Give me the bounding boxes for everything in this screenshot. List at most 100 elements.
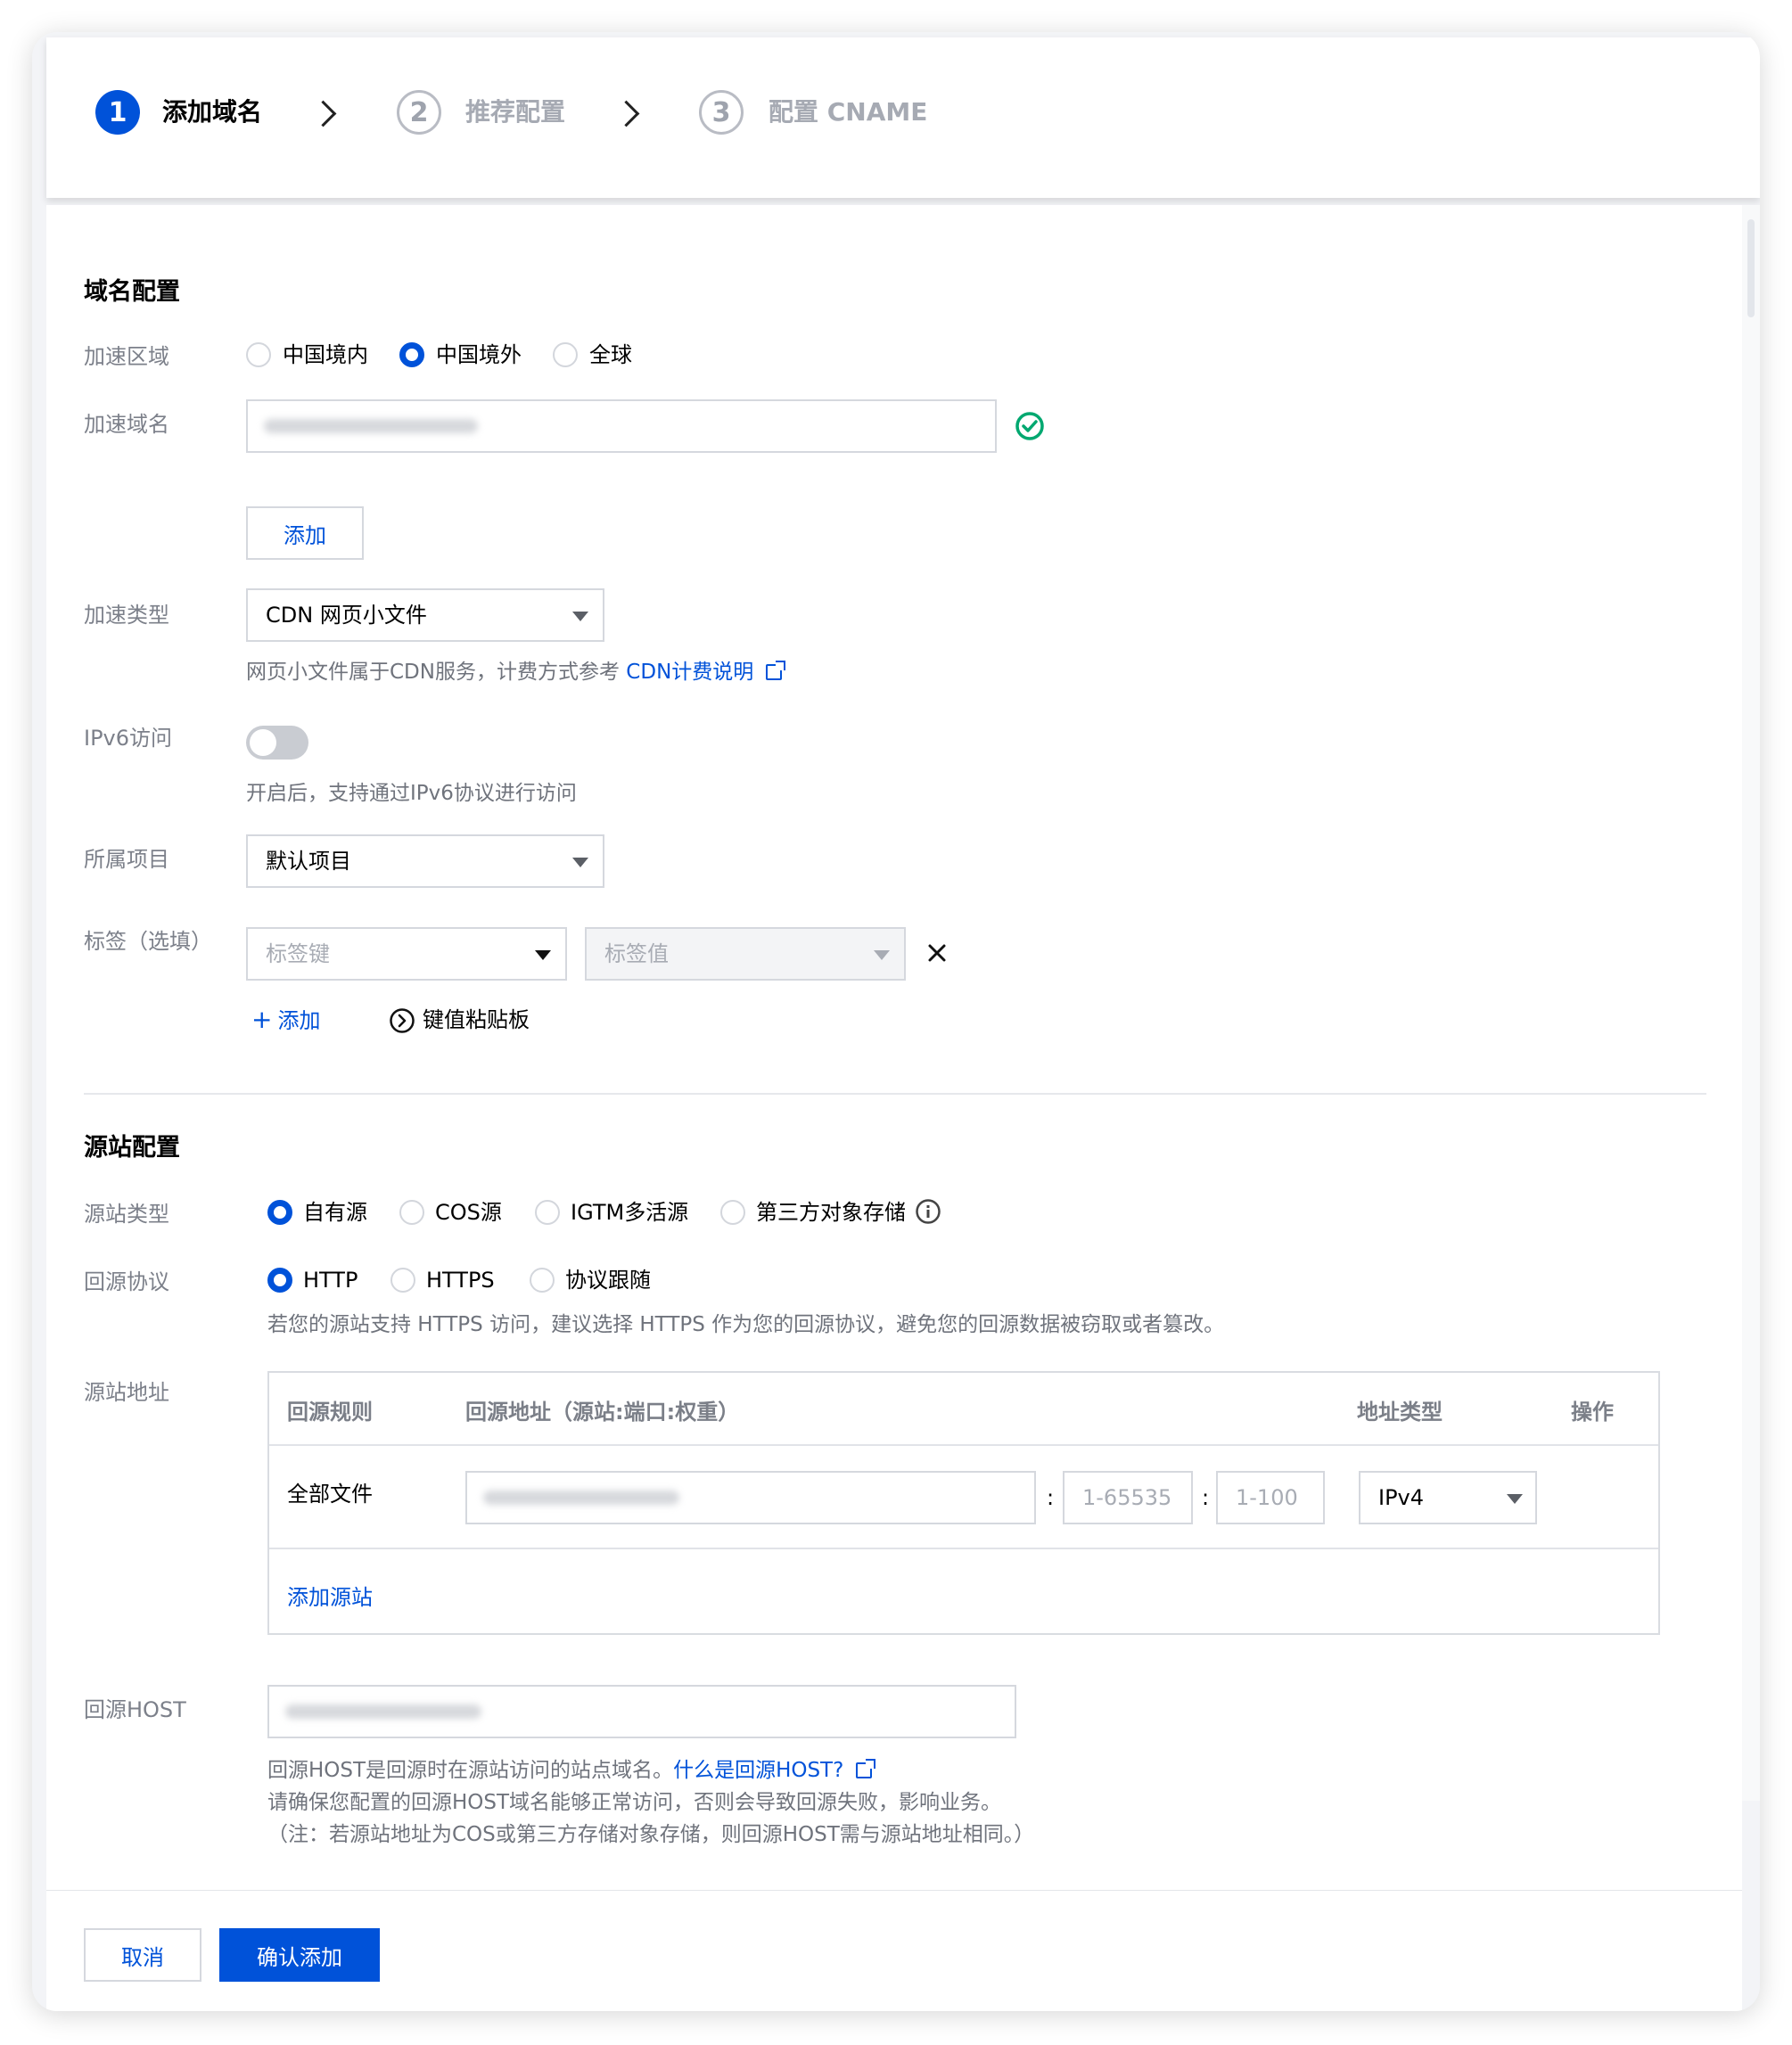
add-tag-label: 添加: [277, 1008, 321, 1033]
origin-host-label: 回源HOST: [84, 1697, 186, 1722]
chevron-down-icon: [1507, 1494, 1523, 1504]
radio-origin-self-label[interactable]: 自有源: [303, 1196, 367, 1228]
radio-region-domestic[interactable]: [246, 342, 271, 367]
port-separator: :: [1047, 1485, 1055, 1510]
origin-host-help-text: 回源HOST是回源时在源站访问的站点域名。: [267, 1759, 674, 1782]
radio-protocol-https[interactable]: [390, 1268, 415, 1293]
accel-type-label: 加速类型: [84, 603, 169, 628]
weight-placeholder: 1-100: [1236, 1485, 1298, 1510]
origin-protocol-help: 若您的源站支持 HTTPS 访问，建议选择 HTTPS 作为您的回源协议，避免您…: [267, 1313, 1225, 1336]
column-header-actions: 操作: [1571, 1400, 1614, 1425]
radio-region-domestic-label[interactable]: 中国境内: [283, 339, 368, 371]
external-link-icon[interactable]: [856, 1759, 876, 1778]
radio-origin-igtm-label[interactable]: IGTM多活源: [571, 1196, 688, 1228]
section-divider: [84, 1093, 1706, 1095]
tag-key-select[interactable]: 标签键: [246, 927, 567, 981]
accel-type-help-text: 网页小文件属于CDN服务，计费方式参考: [246, 661, 627, 684]
cancel-button[interactable]: 取消: [84, 1928, 201, 1982]
close-icon[interactable]: [927, 943, 947, 963]
plus-icon: +: [251, 1005, 273, 1034]
scrollbar-track[interactable]: [1742, 205, 1760, 1801]
chevron-circle-icon[interactable]: [389, 1007, 415, 1034]
radio-origin-igtm[interactable]: [535, 1200, 560, 1225]
chevron-down-icon: [535, 950, 551, 960]
radio-region-global-label[interactable]: 全球: [589, 339, 632, 371]
tags-label: 标签（选填）: [84, 929, 212, 954]
radio-origin-cos[interactable]: [399, 1200, 424, 1225]
ipv6-help: 开启后，支持通过IPv6协议进行访问: [246, 782, 577, 805]
steps-bar: 1 添加域名 2 推荐配置 3 配置 CNAME: [46, 37, 1760, 198]
confirm-add-button[interactable]: 确认添加: [219, 1928, 380, 1982]
form-content: 域名配置 加速区域 中国境内 中国境外 全球 加速域名 添加 加速类型 CDN …: [46, 205, 1742, 1890]
cdn-billing-link[interactable]: CDN计费说明: [626, 661, 753, 684]
radio-origin-third-party-label[interactable]: 第三方对象存储: [756, 1196, 906, 1228]
accel-region-label: 加速区域: [84, 344, 169, 369]
origin-address-table: 回源规则 回源地址（源站:端口:权重） 地址类型 操作 全部文件 : 1-655…: [267, 1371, 1660, 1635]
address-type-select[interactable]: IPv4: [1359, 1471, 1537, 1524]
add-tag-button[interactable]: + 添加: [251, 1004, 320, 1037]
radio-protocol-http-label[interactable]: HTTP: [303, 1264, 358, 1296]
add-domain-button[interactable]: 添加: [246, 506, 364, 560]
radio-region-global[interactable]: [553, 342, 578, 367]
check-circle-icon: [1015, 412, 1044, 440]
chevron-right-icon: [612, 100, 640, 127]
address-type-value: IPv4: [1378, 1485, 1425, 1510]
column-header-address: 回源地址（源站:端口:权重）: [465, 1400, 740, 1425]
radio-region-overseas-label[interactable]: 中国境外: [436, 339, 522, 371]
chevron-down-icon: [874, 950, 890, 960]
accel-domain-input[interactable]: [246, 399, 997, 453]
chevron-right-icon: [309, 100, 337, 127]
radio-protocol-https-label[interactable]: HTTPS: [426, 1264, 495, 1296]
step-1-indicator: 1: [95, 90, 140, 135]
radio-protocol-follow[interactable]: [530, 1268, 555, 1293]
ipv6-label: IPv6访问: [84, 726, 173, 751]
weight-input[interactable]: 1-100: [1216, 1471, 1325, 1524]
weight-separator: :: [1202, 1485, 1210, 1510]
step-3-indicator: 3: [699, 90, 744, 135]
table-divider: [269, 1548, 1658, 1549]
origin-host-help-1: 回源HOST是回源时在源站访问的站点域名。什么是回源HOST?: [267, 1754, 876, 1786]
blurred-text: [264, 419, 478, 433]
radio-region-overseas[interactable]: [399, 342, 424, 367]
radio-origin-self[interactable]: [267, 1200, 292, 1225]
port-placeholder: 1-65535: [1082, 1485, 1172, 1510]
step-2-indicator: 2: [397, 90, 441, 135]
accel-type-value: CDN 网页小文件: [266, 603, 427, 628]
origin-host-help-2: 请确保您配置的回源HOST域名能够正常访问，否则会导致回源失败，影响业务。: [267, 1791, 1002, 1814]
radio-protocol-http[interactable]: [267, 1268, 292, 1293]
origin-host-input[interactable]: [267, 1685, 1016, 1738]
info-icon[interactable]: [915, 1198, 941, 1225]
table-divider: [269, 1444, 1658, 1446]
chevron-down-icon: [572, 612, 588, 621]
accel-domain-label: 加速域名: [84, 412, 169, 437]
radio-origin-third-party[interactable]: [720, 1200, 745, 1225]
ipv6-toggle[interactable]: [246, 726, 308, 760]
external-link-icon[interactable]: [766, 661, 786, 680]
origin-host-help-3: （注：若源站地址为COS或第三方存储对象存储，则回源HOST需与源站地址相同。）: [267, 1823, 1035, 1846]
tag-value-select[interactable]: 标签值: [585, 927, 906, 981]
step-2-label: 推荐配置: [465, 97, 566, 127]
add-origin-button[interactable]: 添加源站: [287, 1581, 373, 1614]
radio-origin-cos-label[interactable]: COS源: [435, 1196, 502, 1228]
origin-address-label: 源站地址: [84, 1380, 169, 1405]
domain-config-title: 域名配置: [84, 278, 180, 306]
step-1-label: 添加域名: [162, 97, 263, 127]
column-header-address-type: 地址类型: [1357, 1400, 1443, 1425]
step-3-label: 配置 CNAME: [769, 97, 928, 127]
what-is-origin-host-link[interactable]: 什么是回源HOST?: [673, 1759, 843, 1782]
origin-address-input[interactable]: [465, 1471, 1036, 1524]
footer-bar: 取消 确认添加: [46, 1890, 1742, 2011]
project-value: 默认项目: [266, 849, 351, 874]
origin-rule-cell: 全部文件: [287, 1482, 373, 1507]
blurred-text: [483, 1491, 679, 1505]
radio-protocol-follow-label[interactable]: 协议跟随: [565, 1264, 651, 1296]
accel-type-select[interactable]: CDN 网页小文件: [246, 588, 604, 642]
origin-type-label: 源站类型: [84, 1202, 169, 1227]
project-select[interactable]: 默认项目: [246, 834, 604, 888]
scrollbar-thumb[interactable]: [1747, 219, 1755, 317]
origin-protocol-label: 回源协议: [84, 1269, 169, 1294]
tag-value-placeholder: 标签值: [604, 941, 669, 966]
port-input[interactable]: 1-65535: [1063, 1471, 1193, 1524]
tag-clipboard-button[interactable]: 键值粘贴板: [423, 1004, 530, 1036]
chevron-down-icon: [572, 858, 588, 867]
